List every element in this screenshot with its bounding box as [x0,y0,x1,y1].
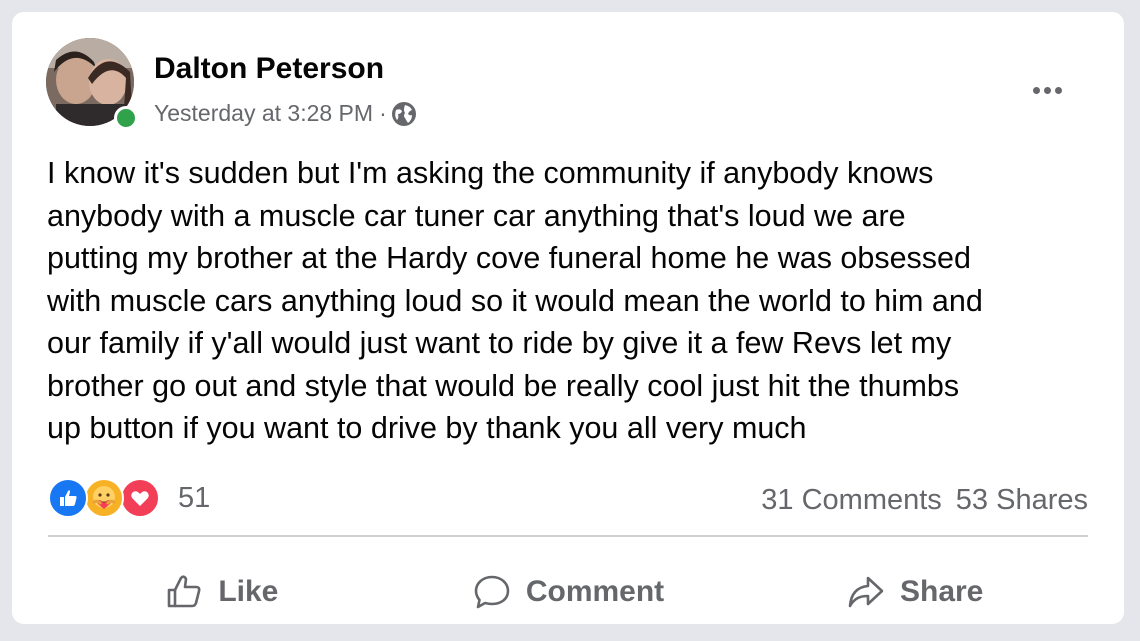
share-button-label: Share [899,575,984,608]
comments-count-link[interactable]: 31 Comments [761,484,942,517]
meta-separator: · [379,100,387,126]
thumbs-up-icon [168,575,201,608]
comment-button-label: Comment [525,575,665,608]
author-avatar-wrap[interactable] [46,38,138,130]
care-reaction-icon[interactable] [84,478,124,518]
action-bar: Like Comment Share [48,552,1088,632]
more-options-icon[interactable] [1024,70,1070,110]
love-reaction-icon[interactable] [120,478,160,518]
action-divider [48,535,1088,537]
comment-bubble-icon [474,575,510,609]
like-reaction-icon[interactable] [48,478,88,518]
reaction-summary[interactable]: 51 [48,478,210,518]
post-body: I know it's sudden but I'm asking the co… [47,156,983,445]
globe-icon[interactable] [391,101,417,127]
comment-button[interactable]: Comment [395,552,742,632]
reaction-icons[interactable] [48,478,160,518]
post-card: Dalton Peterson Yesterday at 3:28 PM · I… [12,12,1124,624]
share-arrow-icon [848,576,884,608]
like-button-label: Like [218,575,279,608]
reaction-count[interactable]: 51 [178,482,210,515]
like-button[interactable]: Like [48,552,395,632]
engagement-stats: 31 Comments 53 Shares [761,484,1088,517]
post-meta: Yesterday at 3:28 PM · [154,100,417,127]
author-name[interactable]: Dalton Peterson [154,52,384,86]
online-status-dot [114,106,138,130]
share-button[interactable]: Share [741,552,1088,632]
shares-count-link[interactable]: 53 Shares [956,484,1088,517]
post-timestamp[interactable]: Yesterday at 3:28 PM [154,100,373,127]
